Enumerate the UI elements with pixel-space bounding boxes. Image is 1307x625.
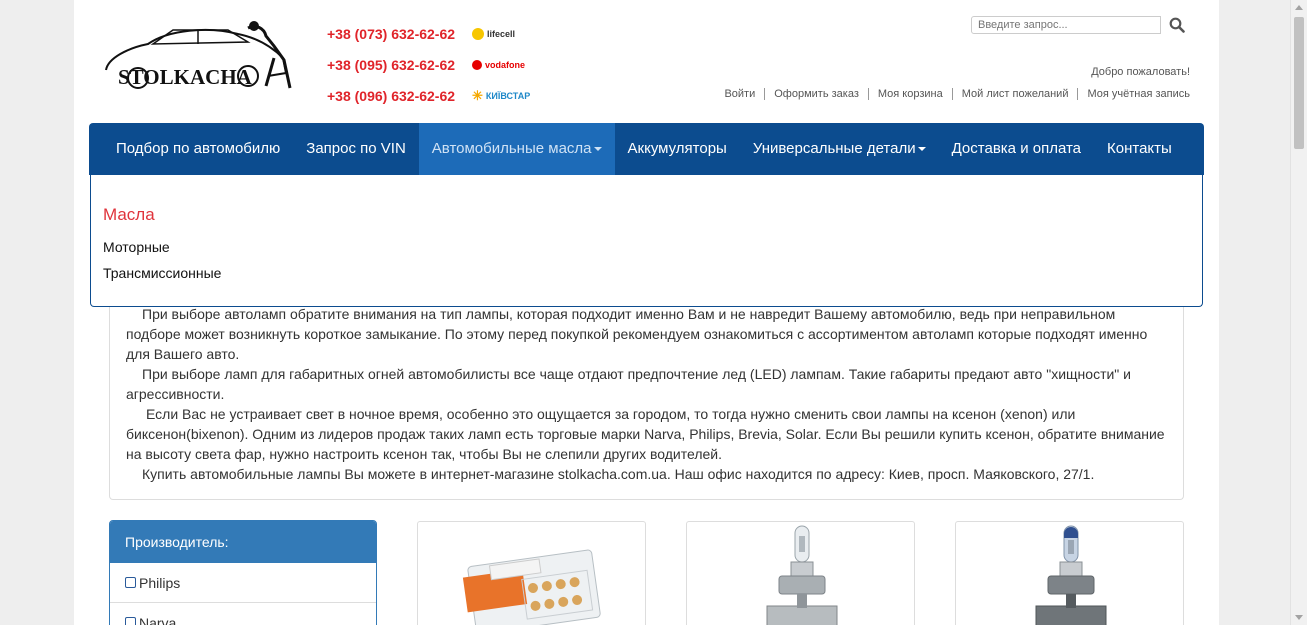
phone-number[interactable]: +38 (073) 632-62-62 (327, 26, 472, 42)
nav-item-delivery[interactable]: Доставка и оплата (939, 123, 1094, 175)
lifecell-icon (472, 27, 484, 40)
vodafone-icon (472, 59, 482, 70)
search-input[interactable] (971, 16, 1161, 34)
vodafone-logo: vodafone (472, 59, 525, 70)
manufacturer-filter: Производитель: Philips Narva (109, 520, 377, 625)
lifecell-logo: lifecell (472, 27, 515, 40)
welcome-text: Добро пожаловать! (1091, 66, 1190, 78)
oils-dropdown-menu: Масла Моторные Трансмиссионные (90, 175, 1203, 307)
article-paragraph: При выборе ламп для габаритных огней авт… (126, 366, 1131, 402)
vertical-scrollbar[interactable] (1290, 0, 1307, 625)
filter-title: Производитель: (110, 521, 376, 563)
phone-number[interactable]: +38 (095) 632-62-62 (327, 57, 472, 73)
checkbox[interactable] (125, 617, 136, 625)
main-nav: Подбор по автомобилю Запрос по VIN Автом… (89, 123, 1204, 175)
dropdown-title[interactable]: Масла (103, 205, 155, 225)
product-image-bulb-box[interactable] (418, 522, 646, 625)
account-link[interactable]: Моя учётная запись (1077, 88, 1190, 100)
search-icon[interactable] (1169, 17, 1185, 33)
nav-item-car-selection[interactable]: Подбор по автомобилю (89, 123, 293, 175)
phone-number[interactable]: +38 (096) 632-62-62 (327, 88, 472, 104)
filter-option-philips[interactable]: Philips (110, 563, 376, 603)
caret-down-icon (917, 147, 926, 152)
login-link[interactable]: Войти (715, 88, 764, 100)
dropdown-item-transmission[interactable]: Трансмиссионные (103, 265, 221, 281)
phone-row: +38 (095) 632-62-62 vodafone (327, 49, 530, 80)
checkbox[interactable] (125, 577, 136, 588)
checkout-link[interactable]: Оформить заказ (764, 88, 868, 100)
product-card[interactable] (686, 521, 915, 625)
article-paragraph: При выборе автоламп обратите внимания на… (126, 306, 1148, 362)
nav-item-vin-request[interactable]: Запрос по VIN (293, 123, 419, 175)
page: STOLKACHA +38 (073) 632-62-62 lifecell +… (74, 0, 1219, 625)
product-image-h1-bulb[interactable] (687, 522, 915, 625)
product-image-h1-blue-bulb[interactable] (956, 522, 1184, 625)
nav-item-universal-parts[interactable]: Универсальные детали (740, 123, 939, 175)
account-links: Войти Оформить заказ Моя корзина Мой лис… (715, 88, 1190, 100)
stolkacha-logo[interactable]: STOLKACHA (98, 18, 298, 96)
cart-link[interactable]: Моя корзина (867, 88, 952, 100)
scrollbar-thumb[interactable] (1294, 17, 1304, 149)
article-paragraph: Купить автомобильные лампы Вы можете в и… (142, 466, 1095, 482)
scroll-down-icon[interactable] (1295, 615, 1303, 620)
svg-text:STOLKACHA: STOLKACHA (118, 65, 253, 89)
dropdown-item-motor[interactable]: Моторные (103, 239, 170, 255)
product-card[interactable] (955, 521, 1184, 625)
phone-list: +38 (073) 632-62-62 lifecell +38 (095) 6… (327, 18, 530, 111)
nav-item-contacts[interactable]: Контакты (1094, 123, 1185, 175)
scroll-up-icon[interactable] (1295, 5, 1303, 10)
kyivstar-logo: ✳ КИЇВСТАР (472, 87, 531, 103)
phone-row: +38 (073) 632-62-62 lifecell (327, 18, 530, 49)
nav-item-motor-oils[interactable]: Автомобильные масла (418, 123, 615, 175)
nav-item-batteries[interactable]: Аккумуляторы (615, 123, 740, 175)
filter-option-narva[interactable]: Narva (110, 603, 376, 625)
phone-row: +38 (096) 632-62-62 ✳ КИЇВСТАР (327, 80, 530, 111)
wishlist-link[interactable]: Мой лист пожеланий (951, 88, 1078, 100)
product-card[interactable] (417, 521, 646, 625)
kyivstar-star-icon: ✳ (472, 87, 483, 103)
article-paragraph: Если Вас не устраивает свет в ночное вре… (126, 406, 1165, 462)
article-text-box: При выборе автоламп обратите внимания на… (109, 290, 1184, 500)
caret-down-icon (593, 147, 602, 152)
